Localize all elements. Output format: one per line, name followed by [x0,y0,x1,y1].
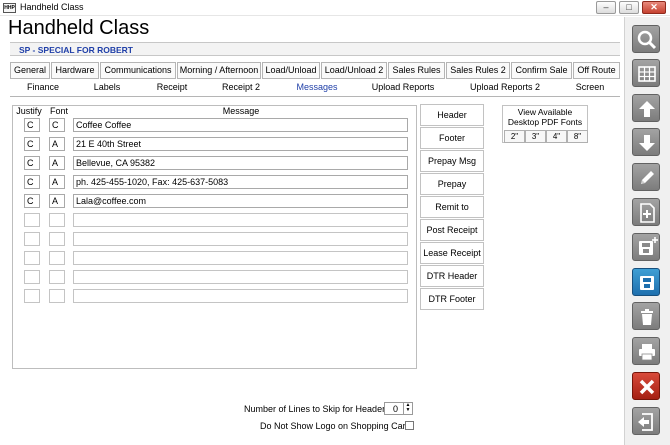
tab-upload-reports-2[interactable]: Upload Reports 2 [450,79,560,96]
tab-load-unload-2[interactable]: Load/Unload 2 [321,62,387,79]
message-field[interactable]: Bellevue, CA 95382 [73,156,408,170]
tab-screen[interactable]: Screen [562,79,618,96]
prepay-msg-button[interactable]: Prepay Msg [420,150,484,172]
grid-icon[interactable] [632,59,660,87]
tab-hardware[interactable]: Hardware [51,62,99,79]
message-field[interactable]: ph. 425-455-1020, Fax: 425-637-5083 [73,175,408,189]
no-logo-label: Do Not Show Logo on Shopping Cart [260,421,409,431]
save-new-icon[interactable] [632,233,660,261]
font-field[interactable]: A [49,137,65,151]
tab-receipt[interactable]: Receipt [140,79,204,96]
arrow-down-icon[interactable] [632,128,660,156]
font-field[interactable] [49,270,65,284]
font-field[interactable]: A [49,194,65,208]
search-icon[interactable] [632,25,660,53]
tab-sales-rules[interactable]: Sales Rules [388,62,445,79]
justify-column-header: Justify [16,106,42,116]
tab-general[interactable]: General [10,62,50,79]
skip-lines-label: Number of Lines to Skip for Header [244,404,386,414]
class-subtitle-bar: SP - SPECIAL FOR ROBERT [10,42,620,56]
message-field[interactable]: Coffee Coffee [73,118,408,132]
dtr-footer-button[interactable]: DTR Footer [420,288,484,310]
tab-messages[interactable]: Messages [278,79,356,96]
dtr-header-button[interactable]: DTR Header [420,265,484,287]
save-icon[interactable] [632,268,660,296]
justify-field[interactable] [24,213,40,227]
prepay-warning-button[interactable]: Prepay Warning [420,173,484,209]
message-field[interactable] [73,251,408,265]
minimize-button[interactable]: – [596,1,616,14]
remit-to-button[interactable]: Remit to [420,196,484,218]
skip-lines-stepper[interactable]: 0 ▲ ▼ [384,402,413,415]
message-field[interactable] [73,270,408,284]
pdf-font-2in-button[interactable]: 2" [504,130,525,143]
tab-receipt-2[interactable]: Receipt 2 [206,79,276,96]
font-field[interactable] [49,251,65,265]
page-title: Handheld Class [8,17,150,39]
font-column-header: Font [49,106,68,116]
footer-section-button[interactable]: Footer [420,127,484,149]
justify-field[interactable] [24,251,40,265]
justify-field[interactable]: C [24,194,40,208]
justify-field[interactable]: C [24,156,40,170]
class-subtitle: SP - SPECIAL FOR ROBERT [19,45,133,55]
tab-load-unload[interactable]: Load/Unload [262,62,320,79]
window-title: Handheld Class [20,2,84,12]
message-field[interactable] [73,232,408,246]
close-icon[interactable] [632,372,660,400]
trash-icon[interactable] [632,302,660,330]
font-field[interactable] [49,213,65,227]
tab-labels[interactable]: Labels [76,79,138,96]
message-field[interactable]: Lala@coffee.com [73,194,408,208]
tab-finance[interactable]: Finance [12,79,74,96]
font-field[interactable]: C [49,118,65,132]
font-field[interactable]: A [49,175,65,189]
font-field[interactable] [49,289,65,303]
stepper-arrows-icon[interactable]: ▲ ▼ [403,403,412,414]
tab-sales-rules-2[interactable]: Sales Rules 2 [446,62,510,79]
print-icon[interactable] [632,337,660,365]
pdf-font-4in-button[interactable]: 4" [546,130,567,143]
justify-field[interactable]: C [24,137,40,151]
tab-communications[interactable]: Communications [100,62,176,79]
maximize-button[interactable]: □ [619,1,639,14]
new-document-icon[interactable] [632,198,660,226]
lease-receipt-button[interactable]: Lease Receipt [420,242,484,264]
justify-field[interactable] [24,289,40,303]
message-field[interactable] [73,289,408,303]
tab-off-route[interactable]: Off Route [573,62,620,79]
font-field[interactable] [49,232,65,246]
justify-field[interactable]: C [24,175,40,189]
pdf-fonts-panel: View Available Desktop PDF Fonts 2" 3" 4… [502,105,588,143]
tab-confirm-sale[interactable]: Confirm Sale [511,62,572,79]
message-column-header: Message [222,106,260,116]
pdf-font-3in-button[interactable]: 3" [525,130,546,143]
window-titlebar [0,0,670,16]
no-logo-checkbox[interactable] [405,421,414,430]
arrow-up-icon[interactable] [632,94,660,122]
justify-field[interactable]: C [24,118,40,132]
justify-field[interactable] [24,232,40,246]
post-receipt-button[interactable]: Post Receipt [420,219,484,241]
message-field[interactable] [73,213,408,227]
close-window-button[interactable]: ✕ [642,1,666,14]
header-section-button[interactable]: Header [420,104,484,126]
message-field[interactable]: 21 E 40th Street [73,137,408,151]
tab-morning-afternoon[interactable]: Morning / Afternoon [177,62,261,79]
tab-upload-reports[interactable]: Upload Reports [358,79,448,96]
pdf-font-8in-button[interactable]: 8" [567,130,588,143]
app-icon: HHP [3,3,16,13]
font-field[interactable]: A [49,156,65,170]
exit-icon[interactable] [632,407,660,435]
pencil-icon[interactable] [632,163,660,191]
pdf-fonts-title: View Available Desktop PDF Fonts [507,107,583,127]
justify-field[interactable] [24,270,40,284]
skip-lines-value: 0 [393,404,399,414]
